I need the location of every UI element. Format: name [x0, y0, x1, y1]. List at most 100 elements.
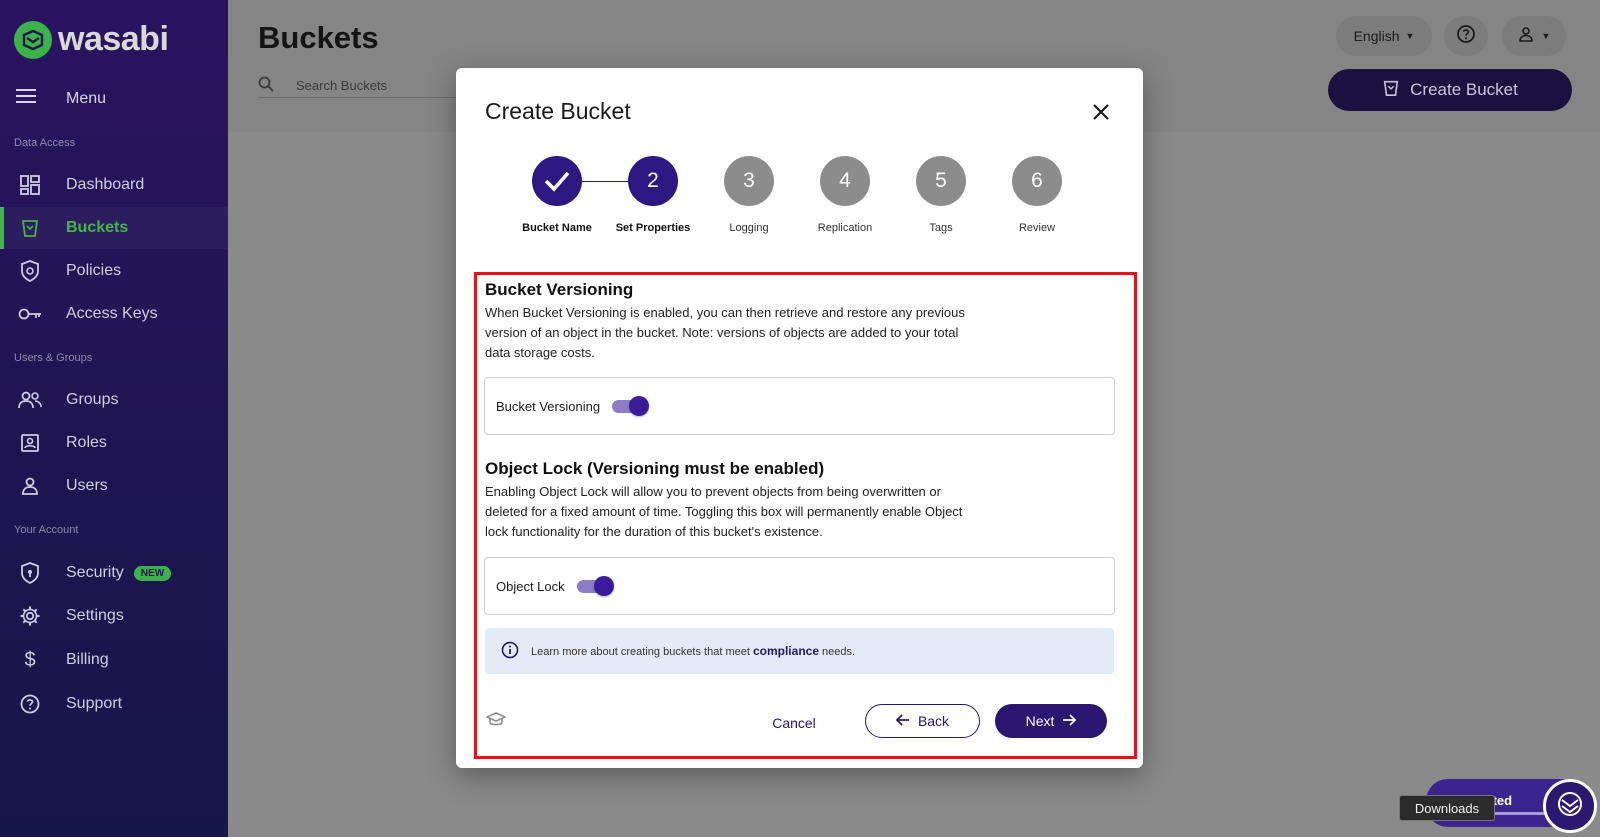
wasabi-logo[interactable]: wasabi: [14, 20, 169, 59]
object-lock-toggle[interactable]: [576, 576, 614, 596]
arrow-right-icon: [1062, 713, 1077, 729]
step-set-properties[interactable]: 2 Set Properties: [605, 156, 701, 234]
info-icon: [501, 641, 519, 662]
step-label: Logging: [729, 222, 769, 234]
wasabi-logo-icon: [1556, 790, 1584, 823]
help-button[interactable]: [1444, 16, 1488, 56]
step-label: Tags: [929, 222, 953, 234]
help-circle-icon: [16, 690, 44, 718]
sidebar-item-buckets[interactable]: Buckets: [0, 207, 228, 249]
sidebar-item-roles[interactable]: Roles: [0, 422, 228, 464]
step-number: 3: [724, 156, 774, 206]
sidebar-item-label: Dashboard: [66, 176, 145, 193]
search-bar[interactable]: Search Buckets: [258, 74, 458, 98]
sidebar-item-label: Users: [66, 477, 108, 494]
sidebar-item-settings[interactable]: Settings: [0, 595, 228, 637]
sidebar-item-groups[interactable]: Groups: [0, 379, 228, 421]
sidebar-item-users[interactable]: Users: [0, 465, 228, 507]
versioning-toggle[interactable]: [612, 396, 650, 416]
menu-label: Menu: [66, 89, 107, 107]
menu-toggle[interactable]: Menu: [16, 88, 106, 109]
versioning-description: When Bucket Versioning is enabled, you c…: [485, 305, 965, 360]
sidebar-item-label: Policies: [66, 262, 122, 279]
info-text: Learn more about creating buckets that m…: [531, 644, 856, 658]
sidebar-item-access-keys[interactable]: Access Keys: [0, 293, 228, 335]
user-menu-button[interactable]: ▼: [1502, 16, 1566, 56]
step-replication[interactable]: 4 Replication: [797, 156, 893, 234]
shield-icon: [16, 257, 44, 285]
search-icon: [258, 76, 274, 95]
step-review[interactable]: 6 Review: [989, 156, 1085, 234]
step-label: Replication: [817, 222, 873, 234]
step-number: 6: [1012, 156, 1062, 206]
sidebar-item-label: Access Keys: [66, 305, 158, 322]
back-button[interactable]: Back: [865, 704, 980, 738]
versioning-toggle-label: Bucket Versioning: [496, 398, 601, 414]
step-number: 5: [916, 156, 966, 206]
language-label: English: [1353, 28, 1400, 44]
sidebar-item-support[interactable]: Support: [0, 683, 228, 725]
modal-title: Create Bucket: [485, 98, 631, 124]
sidebar-item-dashboard[interactable]: Dashboard: [0, 164, 228, 206]
graduation-cap-icon[interactable]: [485, 712, 507, 733]
sidebar-item-label: Buckets: [66, 219, 129, 236]
step-label: Review: [1018, 222, 1056, 234]
account-icon: [1518, 26, 1534, 47]
caret-down-icon: ▼: [1405, 31, 1415, 41]
close-icon: [1092, 103, 1110, 126]
compliance-link[interactable]: compliance: [753, 644, 819, 658]
compliance-info-box: Learn more about creating buckets that m…: [485, 628, 1114, 674]
versioning-card: Bucket Versioning: [484, 377, 1115, 435]
cancel-button[interactable]: Cancel: [754, 706, 834, 740]
next-label: Next: [1025, 713, 1055, 729]
dashboard-icon: [16, 171, 44, 199]
brand-name: wasabi: [58, 20, 169, 58]
next-button[interactable]: Next: [995, 704, 1107, 738]
object-lock-title: Object Lock (Versioning must be enabled): [485, 459, 825, 478]
security-shield-icon: [16, 559, 44, 587]
sidebar-item-billing[interactable]: $ Billing: [0, 639, 228, 681]
stepper: Bucket Name 2 Set Properties 3 Logging 4…: [456, 156, 1143, 246]
sidebar-item-security[interactable]: Security NEW: [0, 552, 228, 594]
wasabi-assistant-button[interactable]: [1543, 779, 1597, 833]
badge-icon: [16, 429, 44, 457]
object-lock-card: Object Lock: [484, 557, 1115, 615]
toggle-thumb: [629, 396, 650, 416]
step-label: Bucket Name: [522, 222, 592, 234]
sidebar-item-policies[interactable]: Policies: [0, 250, 228, 292]
help-icon: [1456, 24, 1476, 49]
back-label: Back: [917, 713, 950, 729]
sidebar-item-label: Roles: [66, 434, 107, 451]
wasabi-logo-icon: [14, 20, 52, 59]
step-tags[interactable]: 5 Tags: [893, 156, 989, 234]
step-bucket-name[interactable]: Bucket Name: [509, 156, 605, 234]
step-logging[interactable]: 3 Logging: [701, 156, 797, 234]
user-icon: [16, 472, 44, 500]
create-bucket-modal: Create Bucket Bucket Name 2 Set Properti…: [456, 68, 1143, 768]
language-selector[interactable]: English ▼: [1336, 16, 1432, 56]
checkmark-icon: [532, 156, 582, 206]
bucket-icon: [1382, 79, 1400, 102]
hamburger-icon: [16, 88, 36, 109]
section-label-data-access: Data Access: [14, 137, 76, 149]
bucket-icon: [16, 214, 44, 242]
page-title: Buckets: [258, 20, 379, 55]
gear-icon: [16, 602, 44, 630]
sidebar-item-label: Security: [66, 564, 124, 581]
downloads-tooltip: Downloads: [1399, 795, 1495, 821]
sidebar-item-label: Billing: [66, 651, 109, 668]
caret-down-icon: ▼: [1541, 31, 1551, 41]
search-input[interactable]: Search Buckets: [296, 78, 387, 93]
step-label: Set Properties: [615, 222, 691, 234]
step-number: 2: [628, 156, 678, 206]
groups-icon: [16, 386, 44, 414]
versioning-title: Bucket Versioning: [485, 280, 634, 299]
create-bucket-label: Create Bucket: [1410, 80, 1518, 99]
step-number: 4: [820, 156, 870, 206]
dollar-icon: $: [24, 648, 36, 671]
sidebar-item-label: Support: [66, 695, 123, 712]
close-button[interactable]: [1089, 102, 1113, 126]
sidebar-item-label: Settings: [66, 607, 124, 624]
create-bucket-button[interactable]: Create Bucket: [1328, 69, 1572, 111]
object-lock-toggle-label: Object Lock: [496, 578, 565, 594]
